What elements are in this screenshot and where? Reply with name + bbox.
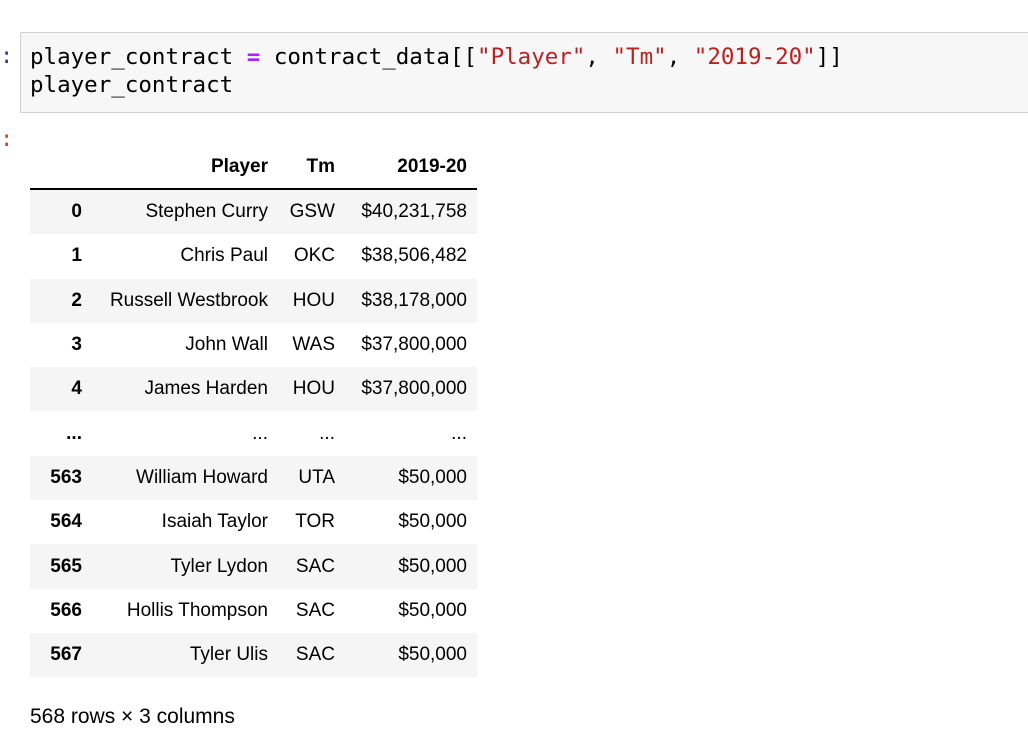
- cell-salary: $40,231,758: [361, 201, 467, 223]
- cell-salary: $38,178,000: [361, 289, 467, 311]
- cell-player: John Wall: [185, 334, 268, 356]
- table-body: 0 Stephen Curry GSW $40,231,758 1 Chris …: [30, 189, 477, 678]
- table-row: 4 James Harden HOU $37,800,000: [30, 367, 477, 412]
- cell-salary: $50,000: [398, 644, 467, 666]
- row-index: 565: [50, 555, 82, 577]
- table-row: 564 Isaiah Taylor TOR $50,000: [30, 500, 477, 545]
- cell-salary: $50,000: [398, 599, 467, 621]
- cell-tm: GSW: [289, 201, 335, 223]
- input-prompt: :: [0, 44, 14, 69]
- code-expression-end: ]]: [815, 44, 843, 70]
- row-index: 1: [71, 245, 82, 267]
- cell-tm: HOU: [292, 378, 335, 400]
- cell-player: Hollis Thompson: [126, 599, 268, 621]
- index-header: [30, 145, 92, 190]
- cell-tm: TOR: [295, 511, 335, 533]
- table-header-row: Player Tm 2019-20: [30, 145, 477, 190]
- row-index: 0: [71, 201, 82, 223]
- table-row: 2 Russell Westbrook HOU $38,178,000: [30, 278, 477, 323]
- cell-salary: $37,800,000: [361, 334, 467, 356]
- code-string-season: "2019-20": [693, 44, 816, 70]
- cell-tm: SAC: [295, 599, 335, 621]
- cell-salary: $50,000: [398, 466, 467, 488]
- row-index: ...: [66, 422, 82, 444]
- dataframe-table: Player Tm 2019-20 0 Stephen Curry GSW $4…: [30, 145, 477, 678]
- cell-tm: HOU: [292, 289, 335, 311]
- table-row-ellipsis: ... ... ... ...: [30, 411, 477, 456]
- code-cell-editor[interactable]: player_contract = contract_data[["Player…: [20, 32, 1028, 113]
- output-prompt: :: [0, 127, 14, 152]
- cell-player: Tyler Lydon: [170, 555, 268, 577]
- code-comma: ,: [585, 44, 613, 70]
- column-header-2019-20: 2019-20: [345, 145, 477, 190]
- table-row: 0 Stephen Curry GSW $40,231,758: [30, 189, 477, 235]
- cell-tm: OKC: [293, 245, 335, 267]
- cell-tm: ...: [319, 422, 335, 444]
- cell-player: Russell Westbrook: [109, 289, 268, 311]
- row-index: 563: [50, 466, 82, 488]
- cell-salary: $37,800,000: [361, 378, 467, 400]
- cell-player: Tyler Ulis: [189, 644, 268, 666]
- dataframe-shape-note: 568 rows × 3 columns: [30, 705, 235, 728]
- row-index: 564: [50, 511, 82, 533]
- row-index: 4: [71, 378, 82, 400]
- code-assign-operator: =: [246, 44, 261, 70]
- cell-salary: ...: [451, 422, 467, 444]
- code-string-player: "Player": [477, 44, 586, 70]
- table-row: 1 Chris Paul OKC $38,506,482: [30, 234, 477, 279]
- code-variable: player_contract: [30, 44, 247, 70]
- table-row: 567 Tyler Ulis SAC $50,000: [30, 632, 477, 678]
- cell-tm: WAS: [292, 334, 335, 356]
- code-expression-start: contract_data[[: [260, 44, 478, 70]
- cell-salary: $50,000: [398, 511, 467, 533]
- table-row: 566 Hollis Thompson SAC $50,000: [30, 588, 477, 633]
- table-row: 3 John Wall WAS $37,800,000: [30, 322, 477, 368]
- cell-salary: $50,000: [398, 555, 467, 577]
- code-comma: ,: [666, 44, 694, 70]
- cell-player: ...: [252, 422, 268, 444]
- table-row: 563 William Howard UTA $50,000: [30, 455, 477, 501]
- cell-player: Isaiah Taylor: [161, 511, 268, 533]
- table-row: 565 Tyler Lydon SAC $50,000: [30, 544, 477, 589]
- code-line-2: player_contract: [30, 72, 234, 98]
- cell-player: Chris Paul: [180, 245, 268, 267]
- cell-tm: SAC: [295, 555, 335, 577]
- cell-tm: SAC: [295, 644, 335, 666]
- code-text[interactable]: player_contract = contract_data[["Player…: [30, 43, 843, 99]
- cell-salary: $38,506,482: [361, 245, 467, 267]
- cell-tm: UTA: [298, 466, 335, 488]
- code-string-tm: "Tm": [612, 44, 667, 70]
- cell-player: James Harden: [144, 378, 268, 400]
- row-index: 3: [71, 334, 82, 356]
- column-header-player: Player: [92, 145, 278, 190]
- row-index: 566: [50, 599, 82, 621]
- row-index: 567: [50, 644, 82, 666]
- cell-player: Stephen Curry: [145, 201, 268, 223]
- cell-player: William Howard: [136, 466, 268, 488]
- row-index: 2: [71, 289, 82, 311]
- column-header-tm: Tm: [278, 145, 345, 190]
